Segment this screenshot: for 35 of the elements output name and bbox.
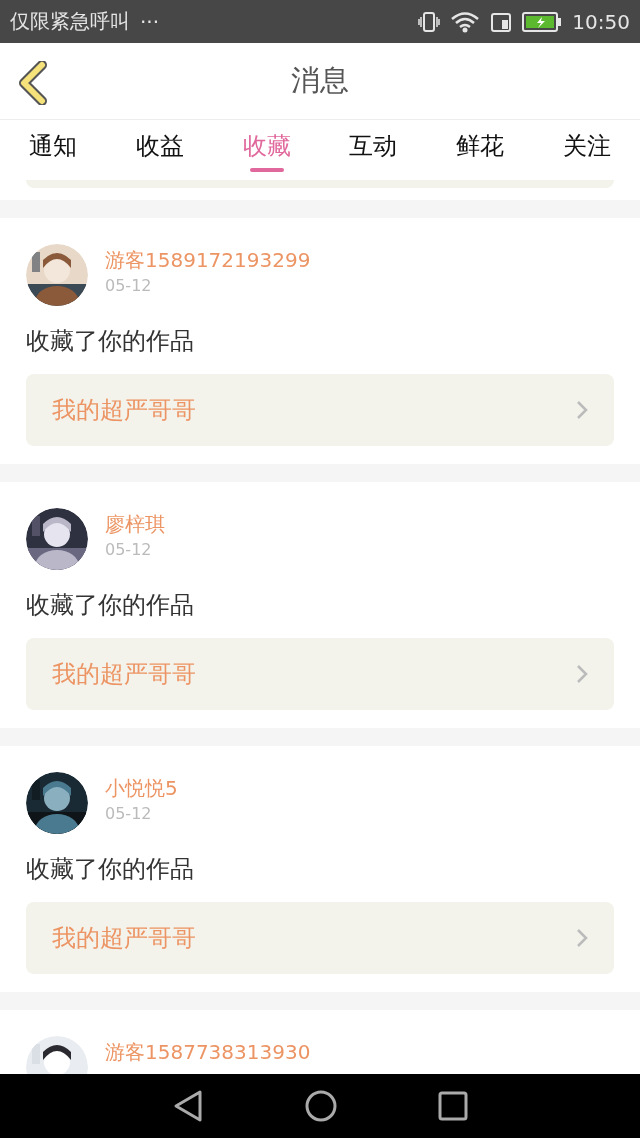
chevron-icon <box>576 664 588 684</box>
work-link[interactable]: 我的超严哥哥 <box>26 638 614 710</box>
chevron-icon <box>576 928 588 948</box>
user-name[interactable]: 游客1587738313930 <box>105 1040 311 1064</box>
tab[interactable]: 通知 <box>0 120 107 180</box>
home-nav-button[interactable] <box>304 1089 338 1123</box>
message-text: 收藏了你的作品 <box>26 590 195 620</box>
work-link[interactable]: 我的超严哥哥 <box>26 374 614 446</box>
tab[interactable]: 鲜花 <box>426 120 534 180</box>
back-button[interactable] <box>16 61 50 105</box>
message-date: 05-12 <box>105 276 153 295</box>
back-nav-button[interactable] <box>172 1089 204 1123</box>
user-name[interactable]: 小悦悦5 <box>105 776 178 800</box>
message-text: 收藏了你的作品 <box>26 326 195 356</box>
clock: 10:50 <box>572 9 630 34</box>
sim-icon <box>490 10 513 33</box>
vibrate-icon <box>418 10 441 33</box>
wifi-icon <box>450 10 481 33</box>
tab[interactable]: 收藏 <box>213 120 320 180</box>
chevron-icon <box>576 400 588 420</box>
user-name[interactable]: 廖梓琪 <box>105 512 165 536</box>
back-icon <box>16 61 50 105</box>
more-indicator: ··· <box>140 9 160 34</box>
tab[interactable]: 收益 <box>106 120 214 180</box>
battery-icon <box>522 11 563 32</box>
user-name[interactable]: 游客1589172193299 <box>105 248 311 272</box>
status-text: 仅限紧急呼叫 <box>10 8 130 35</box>
page-title: 消息 <box>291 62 349 99</box>
recents-nav-button[interactable] <box>438 1091 468 1121</box>
message-text: 收藏了你的作品 <box>26 854 195 884</box>
tab[interactable]: 关注 <box>533 120 640 180</box>
work-link[interactable]: 我的超严哥哥 <box>26 902 614 974</box>
tab[interactable]: 互动 <box>320 120 427 180</box>
message-date: 05-12 <box>105 804 153 823</box>
message-date: 05-12 <box>105 540 153 559</box>
